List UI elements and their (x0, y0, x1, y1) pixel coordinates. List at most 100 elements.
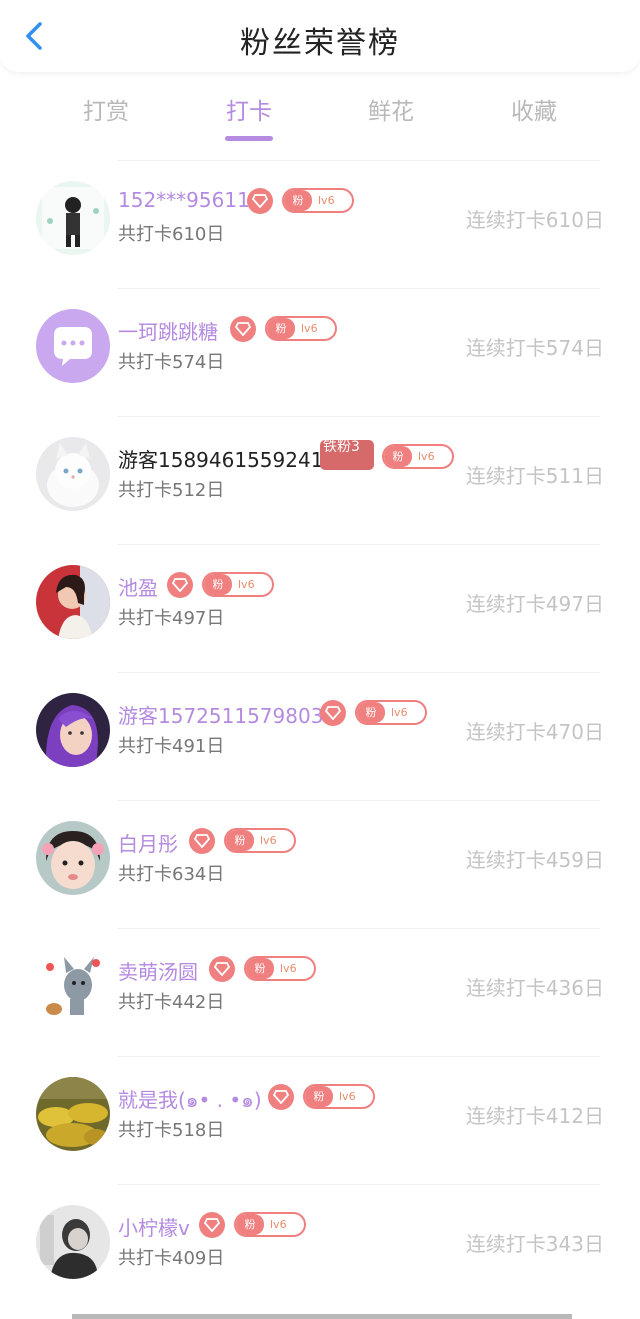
diamond-icon (230, 316, 256, 342)
active-tab-indicator (225, 136, 273, 141)
divider (118, 288, 600, 289)
total-checkins: 共打卡512日 (118, 480, 225, 501)
diamond-icon (247, 188, 273, 214)
page-title: 粉丝荣誉榜 (240, 26, 400, 61)
total-checkins: 共打卡610日 (118, 224, 225, 245)
fan-level-badge: 粉 lv6 (355, 700, 427, 725)
total-checkins: 共打卡409日 (118, 1248, 225, 1269)
total-checkins: 共打卡491日 (118, 736, 225, 757)
diamond-icon (189, 828, 215, 854)
total-checkins: 共打卡497日 (118, 608, 225, 629)
divider (118, 1056, 600, 1057)
diamond-icon (199, 1212, 225, 1238)
avatar[interactable] (36, 1077, 110, 1151)
user-name[interactable]: 池盈 (118, 572, 158, 601)
avatar[interactable] (36, 437, 110, 511)
total-checkins: 共打卡442日 (118, 992, 225, 1013)
divider (118, 928, 600, 929)
tab-label: 打卡 (226, 99, 272, 125)
fan-level: lv6 (418, 450, 435, 463)
fan-level: lv6 (339, 1090, 356, 1103)
diamond-icon (320, 700, 346, 726)
streak-count: 连续打卡497日 (465, 592, 604, 616)
fan-level: lv6 (238, 578, 255, 591)
user-name[interactable]: 一珂跳跳糖 (118, 316, 218, 345)
fan-level-badge: 粉 lv6 (234, 1212, 306, 1237)
tab-flowers[interactable]: 鲜花 (331, 92, 451, 126)
fan-level: lv6 (318, 194, 335, 207)
fan-label: 粉 (384, 446, 412, 467)
tab-reward[interactable]: 打赏 (46, 92, 166, 126)
tab-favorites[interactable]: 收藏 (474, 92, 594, 126)
list-item[interactable]: 游客1589461559241 铁粉3 粉 lv6 共打卡512日 连续打卡511… (0, 416, 640, 544)
user-name[interactable]: 白月彤 (118, 828, 178, 857)
fan-label: 粉 (357, 702, 385, 723)
list-item[interactable]: 池盈 粉 lv6 共打卡497日 连续打卡497日 (0, 544, 640, 672)
fan-level: lv6 (260, 834, 277, 847)
fan-level-badge: 粉 lv6 (303, 1084, 375, 1109)
streak-count: 连续打卡574日 (465, 336, 604, 360)
fan-label: 粉 (226, 830, 254, 851)
avatar[interactable] (36, 1205, 110, 1279)
fan-level: lv6 (301, 322, 318, 335)
user-name[interactable]: 小柠檬v (118, 1212, 190, 1241)
list-item[interactable]: 小柠檬v 粉 lv6 共打卡409日 连续打卡343日 (0, 1184, 640, 1312)
list-item[interactable]: 就是我(๑• . •๑) 粉 lv6 共打卡518日 连续打卡412日 (0, 1056, 640, 1184)
streak-count: 连续打卡610日 (465, 208, 604, 232)
streak-count: 连续打卡412日 (465, 1104, 604, 1128)
tab-bar: 打赏 打卡 鲜花 收藏 (0, 86, 640, 146)
avatar[interactable] (36, 949, 110, 1023)
divider (118, 544, 600, 545)
tab-checkin[interactable]: 打卡 (189, 92, 309, 141)
fan-label: 粉 (284, 190, 312, 211)
user-name[interactable]: 就是我(๑• . •๑) (118, 1084, 262, 1116)
fan-level-badge: 粉 lv6 (265, 316, 337, 341)
total-checkins: 共打卡574日 (118, 352, 225, 373)
user-name[interactable]: 游客1572511579803 (118, 700, 323, 729)
fan-level: lv6 (391, 706, 408, 719)
user-name[interactable]: 游客1589461559241 (118, 444, 323, 473)
streak-count: 连续打卡470日 (465, 720, 604, 744)
fan-level-badge: 粉 lv6 (202, 572, 274, 597)
fan-label: 粉 (236, 1214, 264, 1235)
divider (118, 800, 600, 801)
avatar[interactable] (36, 821, 110, 895)
divider (118, 1184, 600, 1185)
streak-count: 连续打卡511日 (465, 464, 604, 488)
streak-count: 连续打卡459日 (465, 848, 604, 872)
avatar[interactable] (36, 181, 110, 255)
list-item[interactable]: 一珂跳跳糖 粉 lv6 共打卡574日 连续打卡574日 (0, 288, 640, 416)
fan-level: lv6 (270, 1218, 287, 1231)
divider (118, 160, 600, 161)
iron-fan-badge: 铁粉3 (320, 440, 374, 470)
fan-label: 粉 (267, 318, 295, 339)
diamond-icon (268, 1084, 294, 1110)
tab-label: 鲜花 (368, 99, 414, 125)
avatar[interactable] (36, 565, 110, 639)
fan-level-badge: 粉 lv6 (244, 956, 316, 981)
list-item[interactable]: 卖萌汤圆 粉 lv6 共打卡442日 连续打卡436日 (0, 928, 640, 1056)
fan-label: 粉 (246, 958, 274, 979)
user-name[interactable]: 卖萌汤圆 (118, 956, 198, 985)
diamond-icon (167, 572, 193, 598)
streak-count: 连续打卡343日 (465, 1232, 604, 1256)
fan-level-badge: 粉 lv6 (382, 444, 454, 469)
header-bar: 粉丝荣誉榜 (0, 0, 640, 72)
diamond-icon (209, 956, 235, 982)
avatar[interactable] (36, 309, 110, 383)
list-item[interactable]: 游客1572511579803 粉 lv6 共打卡491日 连续打卡470日 (0, 672, 640, 800)
streak-count: 连续打卡436日 (465, 976, 604, 1000)
bottom-divider (72, 1314, 572, 1319)
fan-level: lv6 (280, 962, 297, 975)
fan-level-badge: 粉 lv6 (282, 188, 354, 213)
list-item[interactable]: 152***95611 粉 lv6 共打卡610日 连续打卡610日 (0, 160, 640, 288)
list-item[interactable]: 白月彤 粉 lv6 共打卡634日 连续打卡459日 (0, 800, 640, 928)
user-name[interactable]: 152***95611 (118, 188, 250, 212)
tab-label: 收藏 (511, 99, 557, 125)
avatar[interactable] (36, 693, 110, 767)
fan-label: 粉 (204, 574, 232, 595)
divider (118, 672, 600, 673)
tab-label: 打赏 (83, 99, 129, 125)
total-checkins: 共打卡518日 (118, 1120, 225, 1141)
fan-label: 粉 (305, 1086, 333, 1107)
